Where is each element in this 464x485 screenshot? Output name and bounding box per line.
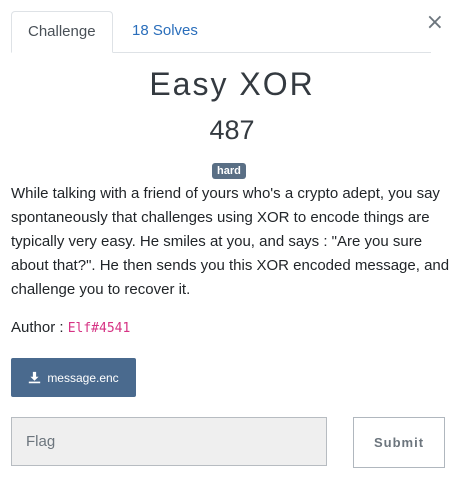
tab-challenge[interactable]: Challenge: [11, 11, 113, 53]
author-name: Elf#4541: [67, 321, 131, 336]
flag-input[interactable]: [11, 417, 327, 466]
author-label: Author :: [11, 319, 64, 336]
challenge-value: 487: [209, 115, 255, 145]
submit-button[interactable]: Submit: [353, 417, 445, 468]
download-icon: [29, 371, 41, 384]
difficulty-badge: hard: [212, 163, 246, 179]
file-name: message.enc: [47, 370, 119, 385]
challenge-title: Easy XOR: [149, 66, 315, 102]
download-file-button[interactable]: message.enc: [11, 358, 136, 397]
challenge-description: While talking with a friend of yours who…: [11, 185, 450, 298]
author-line: Author : Elf#4541: [11, 319, 130, 336]
tab-solves[interactable]: 18 Solves: [116, 11, 214, 51]
tab-bar: Challenge 18 Solves: [11, 11, 431, 53]
